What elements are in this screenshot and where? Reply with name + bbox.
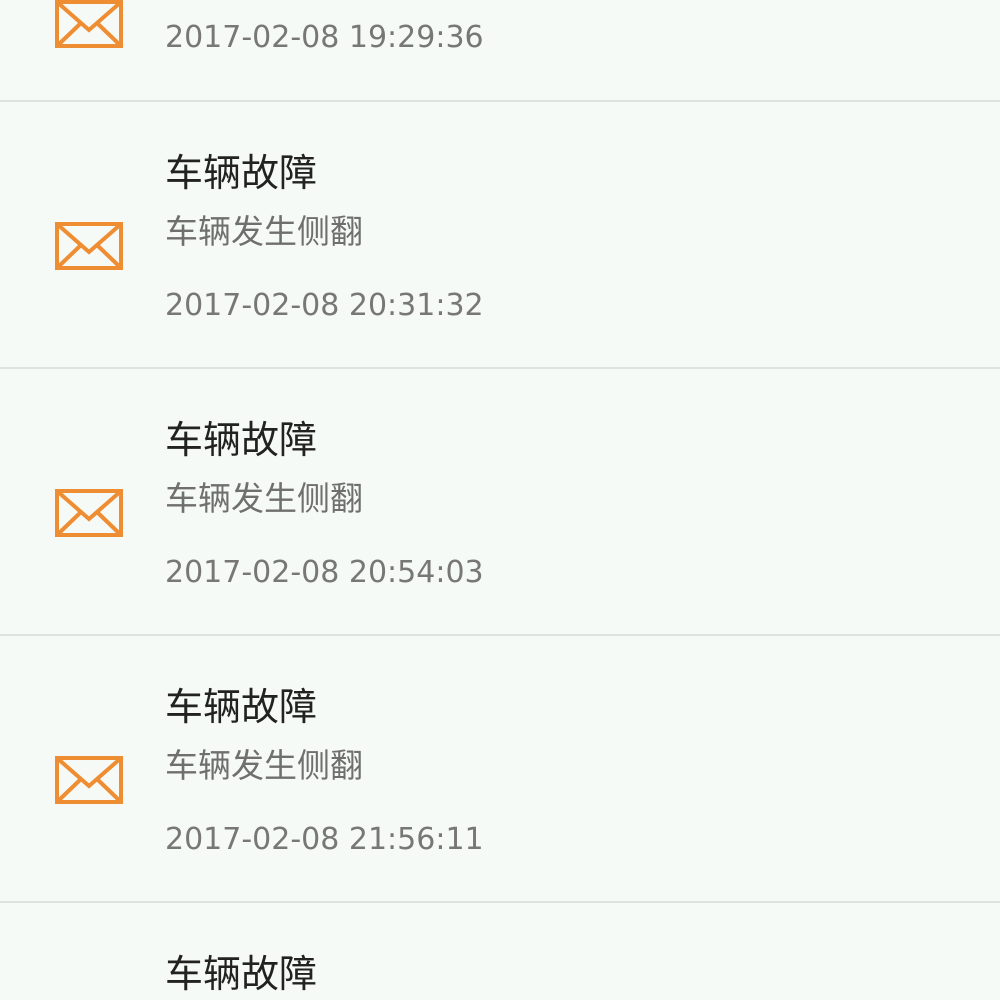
message-subtitle: 车辆发生侧翻 <box>165 212 363 251</box>
message-title: 车辆故障 <box>165 151 318 195</box>
mail-icon <box>55 489 123 537</box>
message-title: 车辆故障 <box>165 685 318 729</box>
message-list-screen: 2017-02-08 19:29:36 车辆故障 车辆发生侧翻 2017-02-… <box>0 0 1000 1000</box>
message-subtitle: 车辆发生侧翻 <box>165 746 363 785</box>
message-subtitle: 车辆发生侧翻 <box>165 479 363 518</box>
message-time: 2017-02-08 20:54:03 <box>165 555 484 590</box>
message-title: 车辆故障 <box>165 418 318 462</box>
message-time: 2017-02-08 20:31:32 <box>165 288 484 323</box>
message-list-item[interactable]: 车辆故障 车辆发生侧翻 2017-02-08 20:31:32 <box>0 102 1000 369</box>
message-list-item[interactable]: 车辆故障 车辆发生侧翻 2017-02-08 20:54:03 <box>0 369 1000 636</box>
message-list-item[interactable]: 车辆故障 车辆发生侧翻 2017-02-08 21:56:11 <box>0 636 1000 903</box>
mail-icon <box>55 0 123 48</box>
message-title: 车辆故障 <box>165 952 318 996</box>
mail-icon <box>55 756 123 804</box>
mail-icon <box>55 222 123 270</box>
message-list-item[interactable]: 2017-02-08 19:29:36 <box>0 0 1000 101</box>
message-time: 2017-02-08 21:56:11 <box>165 822 484 857</box>
message-time: 2017-02-08 19:29:36 <box>165 20 484 55</box>
message-list-item[interactable]: 车辆故障 <box>0 903 1000 1000</box>
